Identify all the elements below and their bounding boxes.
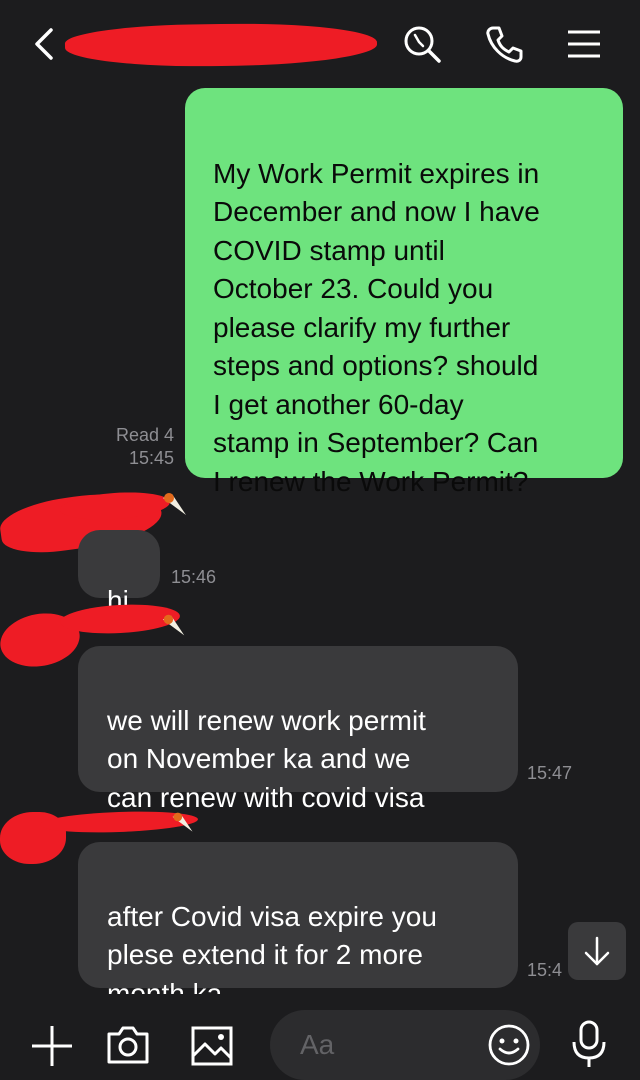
- phone-icon[interactable]: [482, 22, 526, 66]
- message-text: after Covid visa expire you plese extend…: [107, 900, 437, 1009]
- hamburger-menu-icon[interactable]: [562, 22, 606, 66]
- reaction-badge-icon: [172, 812, 193, 832]
- search-icon[interactable]: [400, 22, 444, 66]
- received-message-bubble[interactable]: after Covid visa expire you plese extend…: [78, 842, 518, 1009]
- camera-icon[interactable]: [104, 1022, 152, 1070]
- scroll-to-bottom-button[interactable]: [568, 922, 626, 980]
- message-time: 15:46: [171, 567, 217, 587]
- chevron-left-icon[interactable]: [22, 22, 66, 66]
- reaction-badge-icon: [163, 493, 186, 515]
- reaction-badge-icon: [162, 614, 185, 636]
- message-time: 15:4: [527, 960, 563, 980]
- message-text: My Work Permit expires in December and n…: [213, 157, 540, 497]
- received-message-bubble[interactable]: we will renew work permit on November ka…: [78, 646, 518, 813]
- message-time: 15:47: [527, 763, 573, 783]
- message-time: 15:45: [128, 448, 174, 468]
- received-message-bubble[interactable]: hi: [78, 530, 160, 616]
- message-text: we will renew work permit on November ka…: [107, 704, 426, 813]
- read-label: Read 4: [115, 425, 174, 445]
- plus-icon[interactable]: [28, 1022, 76, 1070]
- chat-header: [0, 0, 640, 90]
- image-icon[interactable]: [188, 1022, 236, 1070]
- read-status: Read 4 15:45: [98, 424, 174, 470]
- emoji-icon[interactable]: [486, 1022, 532, 1068]
- microphone-icon[interactable]: [568, 1018, 610, 1067]
- redacted-contact-name: [64, 21, 378, 69]
- arrow-down-icon: [584, 936, 610, 966]
- sent-message-bubble[interactable]: My Work Permit expires in December and n…: [185, 88, 623, 497]
- message-input-placeholder: Aa: [300, 1029, 335, 1060]
